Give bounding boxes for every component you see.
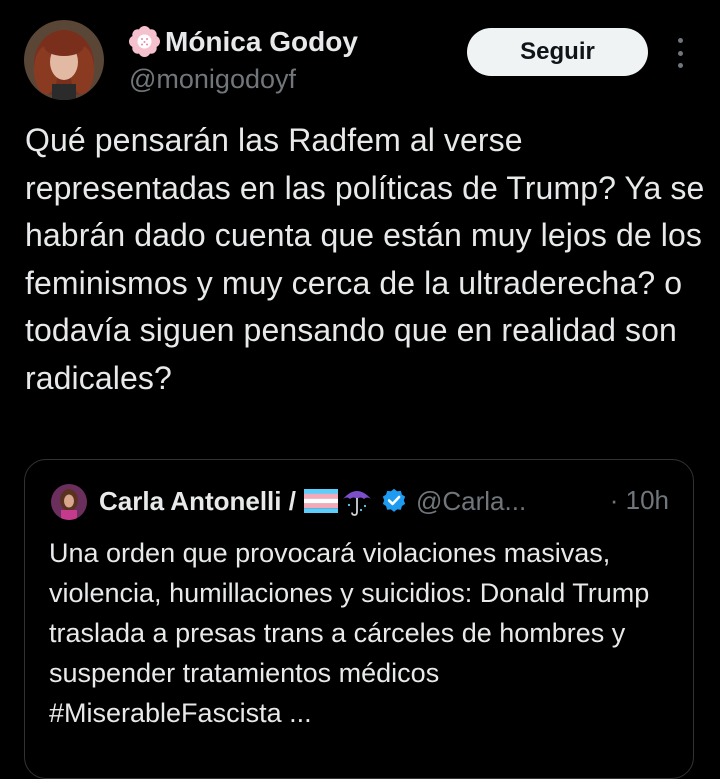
quoted-tweet-card[interactable]: Carla Antonelli / @Carla... · 10h Una or… bbox=[24, 459, 694, 779]
pink-flower-icon bbox=[128, 25, 161, 58]
quoted-author-name[interactable]: Carla Antonelli / bbox=[99, 486, 296, 517]
quoted-tweet-text: Una orden que provocará violaciones masi… bbox=[49, 538, 650, 728]
tweet-text: Qué pensarán las Radfem al verse represe… bbox=[25, 122, 705, 396]
umbrella-icon bbox=[340, 485, 374, 517]
author-avatar[interactable] bbox=[24, 20, 104, 100]
author-handle[interactable]: @monigodoyf bbox=[129, 64, 296, 95]
follow-button[interactable]: Seguir bbox=[467, 28, 648, 76]
quoted-author-handle[interactable]: @Carla... bbox=[416, 486, 526, 517]
quoted-tweet-header: Carla Antonelli / @Carla... bbox=[99, 485, 526, 517]
author-name-text: Mónica Godoy bbox=[165, 25, 358, 57]
quoted-tweet-timestamp[interactable]: · 10h bbox=[610, 485, 669, 516]
more-vertical-icon[interactable] bbox=[668, 38, 692, 68]
transgender-flag-icon bbox=[303, 489, 338, 513]
quoted-author-avatar[interactable] bbox=[51, 484, 87, 520]
verified-badge-icon bbox=[380, 487, 408, 515]
author-display-name[interactable]: Mónica Godoy bbox=[128, 25, 358, 58]
